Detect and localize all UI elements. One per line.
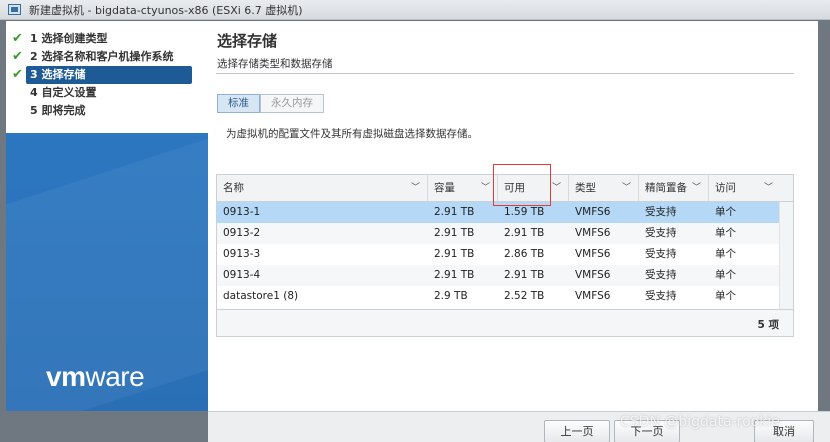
window-title: 新建虚拟机 - bigdata-ctyunos-x86 (ESXi 6.7 虚拟…: [29, 3, 303, 17]
table-row[interactable]: datastore1 (8) 2.9 TB 2.52 TB VMFS6 受支持 …: [217, 286, 780, 307]
tab-persistent-memory[interactable]: 永久内存: [260, 94, 324, 113]
window-titlebar: 新建虚拟机 - bigdata-ctyunos-x86 (ESXi 6.7 虚拟…: [0, 0, 830, 20]
table-scrollbar[interactable]: [779, 202, 793, 309]
tab-standard[interactable]: 标准: [217, 94, 260, 113]
wizard-step-label: 1 选择创建类型: [30, 32, 108, 45]
annotation-highlight-box: [493, 164, 551, 206]
column-header-name[interactable]: 名称 ﹀: [217, 175, 428, 201]
logo-bold-text: vm: [46, 361, 86, 392]
cell-type: VMFS6: [575, 248, 611, 260]
checkmark-icon: ✔: [12, 67, 23, 82]
chevron-down-icon[interactable]: ﹀: [552, 175, 561, 202]
wizard-step-label: 3 选择存储: [30, 68, 86, 81]
wizard-content: 选择存储 选择存储类型和数据存储 标准 永久内存 为虚拟机的配置文件及其所有虚拟…: [208, 21, 818, 411]
cell-thin: 受支持: [645, 290, 677, 302]
cell-free: 2.91 TB: [504, 269, 545, 281]
cell-type: VMFS6: [575, 290, 611, 302]
vm-window-icon: [8, 4, 21, 15]
table-row[interactable]: 0913-2 2.91 TB 2.91 TB VMFS6 受支持 单个: [217, 223, 780, 244]
cell-capacity: 2.91 TB: [434, 248, 475, 260]
wizard-step-3[interactable]: ✔ 3 选择存储: [12, 66, 192, 84]
cell-capacity: 2.91 TB: [434, 269, 475, 281]
column-header-access[interactable]: 访问 ﹀: [709, 175, 780, 201]
cell-access: 单个: [715, 269, 736, 281]
page-subtitle: 选择存储类型和数据存储: [217, 58, 333, 70]
cell-name: 0913-4: [223, 269, 261, 281]
column-header-thin-provisioning[interactable]: 精简置备 ﹀: [639, 175, 709, 201]
chevron-down-icon[interactable]: ﹀: [481, 175, 490, 202]
column-header-type[interactable]: 类型 ﹀: [569, 175, 639, 201]
cell-free: 2.86 TB: [504, 248, 545, 260]
wizard-step-label: 2 选择名称和客户机操作系统: [30, 50, 174, 63]
chevron-down-icon[interactable]: ﹀: [692, 175, 701, 202]
wizard-step-5[interactable]: 5 即将完成: [6, 102, 208, 120]
cell-capacity: 2.91 TB: [434, 227, 475, 239]
chevron-down-icon[interactable]: ﹀: [764, 175, 773, 202]
chevron-down-icon[interactable]: ﹀: [622, 175, 631, 202]
checkmark-icon: ✔: [12, 31, 23, 46]
column-label: 精简置备: [645, 182, 687, 194]
cell-access: 单个: [715, 227, 736, 239]
cell-free: 2.91 TB: [504, 227, 545, 239]
cell-thin: 受支持: [645, 206, 677, 218]
chevron-down-icon[interactable]: ﹀: [411, 175, 420, 202]
cell-name: datastore1 (8): [223, 290, 299, 302]
cell-name: 0913-2: [223, 227, 261, 239]
column-label: 名称: [223, 182, 244, 194]
wizard-step-4[interactable]: 4 自定义设置: [6, 84, 208, 102]
cell-thin: 受支持: [645, 248, 677, 260]
wizard-step-2[interactable]: ✔ 2 选择名称和客户机操作系统: [6, 48, 208, 66]
table-footer: 5 项: [217, 309, 793, 336]
item-count: 5 项: [757, 319, 779, 331]
cell-capacity: 2.91 TB: [434, 206, 475, 218]
column-header-capacity[interactable]: 容量 ﹀: [428, 175, 498, 201]
wizard-step-label: 5 即将完成: [30, 104, 86, 117]
cell-capacity: 2.9 TB: [434, 290, 468, 302]
cell-name: 0913-1: [223, 206, 261, 218]
table-row[interactable]: 0913-4 2.91 TB 2.91 TB VMFS6 受支持 单个: [217, 265, 780, 286]
watermark: CSDN @bigdata-rookie: [620, 414, 780, 430]
column-label: 访问: [715, 182, 736, 194]
storage-description: 为虚拟机的配置文件及其所有虚拟磁盘选择数据存储。: [226, 128, 478, 140]
checkmark-icon: ✔: [12, 49, 23, 64]
cell-access: 单个: [715, 206, 736, 218]
cell-name: 0913-3: [223, 248, 261, 260]
cell-type: VMFS6: [575, 206, 611, 218]
vmware-logo: vmware: [46, 361, 145, 393]
cell-access: 单个: [715, 248, 736, 260]
wizard-step-1[interactable]: ✔ 1 选择创建类型: [6, 30, 208, 48]
cell-thin: 受支持: [645, 269, 677, 281]
column-label: 类型: [575, 182, 596, 194]
table-row[interactable]: 0913-3 2.91 TB 2.86 TB VMFS6 受支持 单个: [217, 244, 780, 265]
page-title: 选择存储: [217, 32, 278, 50]
cell-type: VMFS6: [575, 269, 611, 281]
wizard-sidebar: ✔ 1 选择创建类型 ✔ 2 选择名称和客户机操作系统 ✔ 3 选择存储 4 自定义设…: [6, 21, 208, 411]
wizard-steps: ✔ 1 选择创建类型 ✔ 2 选择名称和客户机操作系统 ✔ 3 选择存储 4 自定义设…: [6, 21, 208, 133]
logo-rest-text: ware: [85, 361, 145, 392]
column-label: 容量: [434, 182, 455, 194]
title-divider: [216, 73, 794, 74]
table-body: 0913-1 2.91 TB 1.59 TB VMFS6 受支持 单个 0913…: [217, 202, 793, 309]
cell-type: VMFS6: [575, 227, 611, 239]
cell-access: 单个: [715, 290, 736, 302]
cell-thin: 受支持: [645, 227, 677, 239]
cell-free: 2.52 TB: [504, 290, 545, 302]
previous-button[interactable]: 上一页: [544, 420, 610, 442]
wizard-step-label: 4 自定义设置: [30, 86, 97, 99]
storage-type-tabs: 标准 永久内存: [217, 94, 324, 113]
